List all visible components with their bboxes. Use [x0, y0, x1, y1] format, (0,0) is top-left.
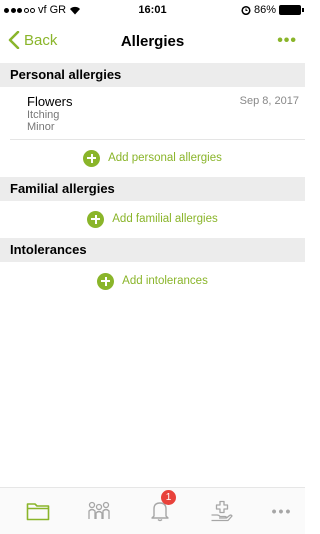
allergy-list-item[interactable]: Flowers Itching Minor Sep 8, 2017 [0, 94, 305, 138]
allergy-name: Flowers [27, 94, 73, 109]
status-right: 86% [241, 4, 304, 16]
more-options-button[interactable]: ••• [277, 32, 297, 50]
add-circle-icon [87, 210, 105, 228]
alarm-clock-icon [241, 5, 251, 15]
add-intolerances-label: Add intolerances [122, 275, 208, 287]
allergy-reaction: Itching [27, 109, 60, 121]
add-familial-allergies-button[interactable]: Add familial allergies [0, 207, 305, 231]
tab-notifications[interactable]: 1 [140, 490, 180, 526]
add-familial-allergies-label: Add familial allergies [112, 213, 218, 225]
add-personal-allergies-button[interactable]: Add personal allergies [0, 146, 305, 170]
section-header-intolerances: Intolerances [0, 238, 305, 262]
add-intolerances-button[interactable]: Add intolerances [0, 269, 305, 293]
allergy-severity: Minor [27, 121, 55, 133]
section-header-familial-allergies: Familial allergies [0, 177, 305, 201]
add-personal-allergies-label: Add personal allergies [108, 152, 222, 164]
navigation-bar: Back Allergies ••• [0, 20, 305, 64]
tab-health[interactable] [202, 496, 242, 526]
folder-icon [26, 503, 50, 521]
add-circle-icon [97, 272, 115, 290]
battery-icon [279, 5, 304, 15]
battery-percentage: 86% [253, 4, 276, 16]
row-divider [10, 139, 305, 140]
section-header-personal-allergies: Personal allergies [0, 63, 305, 87]
hand-cross-icon [211, 500, 233, 522]
tab-records[interactable] [18, 496, 58, 526]
allergy-date: Sep 8, 2017 [239, 95, 299, 107]
tab-bar: 1 ••• [0, 487, 305, 534]
tab-more[interactable]: ••• [262, 496, 302, 526]
notification-badge: 1 [161, 490, 176, 505]
family-icon [88, 501, 110, 519]
tab-family[interactable] [79, 496, 119, 526]
add-circle-icon [83, 149, 101, 167]
page-title: Allergies [120, 33, 185, 50]
status-bar: vf GR 16:01 86% [0, 0, 305, 20]
